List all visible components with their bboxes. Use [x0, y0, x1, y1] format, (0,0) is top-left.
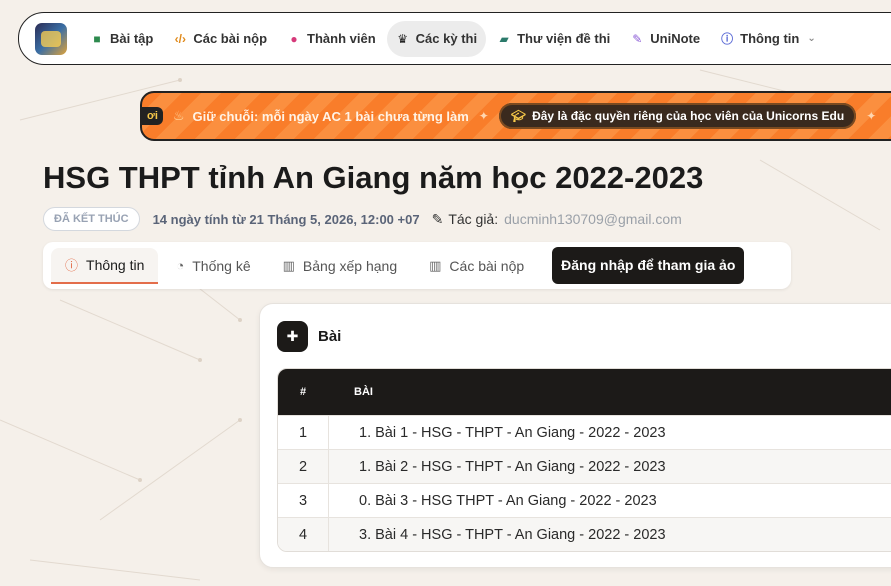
tab-label: Bảng xếp hạng	[302, 257, 398, 274]
problems-card-title: Bài	[318, 328, 342, 345]
edit-icon: ✎	[431, 210, 444, 227]
table-row[interactable]: 1 1. Bài 1 - HSG - THPT - An Giang - 202…	[278, 415, 891, 449]
author-label-text: Tác giả:	[448, 211, 499, 227]
nav-item-label: Bài tập	[110, 31, 154, 46]
code-icon: ‹/›	[174, 31, 186, 46]
nav-item-label: Các kỳ thi	[415, 31, 478, 46]
column-header-name: BÀI	[354, 386, 373, 398]
nav-item-library[interactable]: ▰ Thư viện đề thi	[488, 21, 619, 57]
folder-icon: ▰	[499, 31, 509, 46]
puzzle-icon: ✚	[277, 321, 308, 352]
contest-time: 14 ngày tính từ 21 Tháng 5, 2026, 12:00 …	[152, 211, 420, 227]
site-logo[interactable]	[35, 22, 67, 55]
info-icon: ⓘ	[721, 32, 734, 46]
problem-link[interactable]: 0. Bài 3 - HSG THPT - An Giang - 2022 - …	[329, 493, 657, 509]
nav-item-info[interactable]: ⓘ Thông tin ⌄	[711, 21, 825, 57]
problems-table: # BÀI 1 1. Bài 1 - HSG - THPT - An Giang…	[277, 368, 891, 552]
trophy-icon: ♛	[397, 31, 409, 46]
author-label: ✎ Tác giả:	[432, 211, 499, 228]
tab-info[interactable]: ⓘ Thông tin	[51, 247, 159, 284]
fire-icon: ♨	[172, 108, 185, 123]
contest-meta: ĐÃ KẾT THÚC 14 ngày tính từ 21 Tháng 5, …	[43, 207, 682, 231]
row-number: 3	[278, 484, 329, 517]
nav-item-problems[interactable]: ■ Bài tập	[81, 21, 162, 57]
users-icon: ●	[290, 31, 298, 46]
page-title: HSG THPT tỉnh An Giang năm học 2022-2023	[43, 160, 704, 195]
nav-item-label: Thông tin	[740, 31, 800, 46]
join-virtual-button[interactable]: Đăng nhập để tham gia ảo	[552, 247, 745, 284]
contest-tabs: ⓘ Thông tin ◔ Thống kê ▥ Bảng xếp hạng ▥…	[43, 242, 791, 289]
column-header-num: #	[299, 386, 307, 398]
status-badge: ĐÃ KẾT THÚC	[43, 207, 140, 231]
problems-card: ✚ Bài # BÀI 1 1. Bài 1 - HSG - THPT - An…	[259, 303, 891, 568]
row-number: 2	[278, 450, 329, 483]
nav-item-label: Thành viên	[307, 31, 376, 46]
row-number: 4	[278, 518, 329, 551]
tab-ranking[interactable]: ▥ Bảng xếp hạng	[269, 248, 412, 284]
table-row[interactable]: 4 3. Bài 4 - HSG - THPT - An Giang - 202…	[278, 517, 891, 551]
table-row[interactable]: 2 1. Bài 2 - HSG - THPT - An Giang - 202…	[278, 449, 891, 483]
table-row[interactable]: 3 0. Bài 3 - HSG THPT - An Giang - 2022 …	[278, 483, 891, 517]
sparkle-icon: ✦	[866, 109, 877, 123]
member-privilege-pill[interactable]: 🎓︎ Đây là đặc quyền riêng của học viên c…	[498, 103, 857, 129]
chevron-down-icon: ⌄	[807, 33, 816, 44]
info-icon: ⓘ	[65, 258, 79, 273]
problems-card-header: ✚ Bài	[260, 304, 891, 352]
tab-submissions[interactable]: ▥ Các bài nộp	[415, 248, 538, 284]
banner-tag: ơi	[142, 107, 163, 125]
graduation-cap-icon: 🎓︎	[510, 109, 527, 123]
problem-link[interactable]: 1. Bài 1 - HSG - THPT - An Giang - 2022 …	[329, 425, 666, 441]
tab-label: Các bài nộp	[449, 257, 525, 274]
nav-item-submissions[interactable]: ‹/› Các bài nộp	[164, 21, 276, 57]
nav-item-label: Các bài nộp	[193, 31, 268, 46]
table-header: # BÀI	[278, 369, 891, 415]
streak-banner: ơi ♨ Giữ chuỗi: mỗi ngày AC 1 bài chưa t…	[140, 91, 891, 141]
top-navbar: ■ Bài tập ‹/› Các bài nộp ● Thành viên ♛…	[18, 12, 891, 65]
banner-pill-text: Đây là đặc quyền riêng của học viên của …	[532, 109, 845, 123]
nav-item-label: Thư viện đề thi	[517, 31, 611, 46]
pie-chart-icon: ◔	[176, 258, 185, 273]
bar-chart-icon: ▥	[282, 257, 295, 273]
banner-streak-text: Giữ chuỗi: mỗi ngày AC 1 bài chưa từng l…	[192, 108, 469, 124]
nav-item-label: UniNote	[650, 31, 701, 46]
row-number: 1	[278, 416, 329, 449]
tab-label: Thống kê	[192, 257, 251, 274]
sparkle-icon: ✦	[478, 109, 489, 123]
nav-item-contests[interactable]: ♛ Các kỳ thi	[386, 20, 487, 57]
author-email[interactable]: ducminh130709@gmail.com	[504, 211, 682, 227]
book-icon: ■	[93, 31, 101, 46]
edit-icon: ✎	[632, 31, 643, 46]
bar-chart-icon: ▥	[429, 257, 442, 273]
tab-label: Thông tin	[86, 256, 145, 273]
problem-link[interactable]: 1. Bài 2 - HSG - THPT - An Giang - 2022 …	[329, 459, 666, 475]
tab-stats[interactable]: ◔ Thống kê	[162, 248, 264, 284]
problem-link[interactable]: 3. Bài 4 - HSG - THPT - An Giang - 2022 …	[329, 527, 666, 543]
nav-item-members[interactable]: ● Thành viên	[278, 21, 385, 57]
nav-item-uninote[interactable]: ✎ UniNote	[621, 21, 709, 57]
